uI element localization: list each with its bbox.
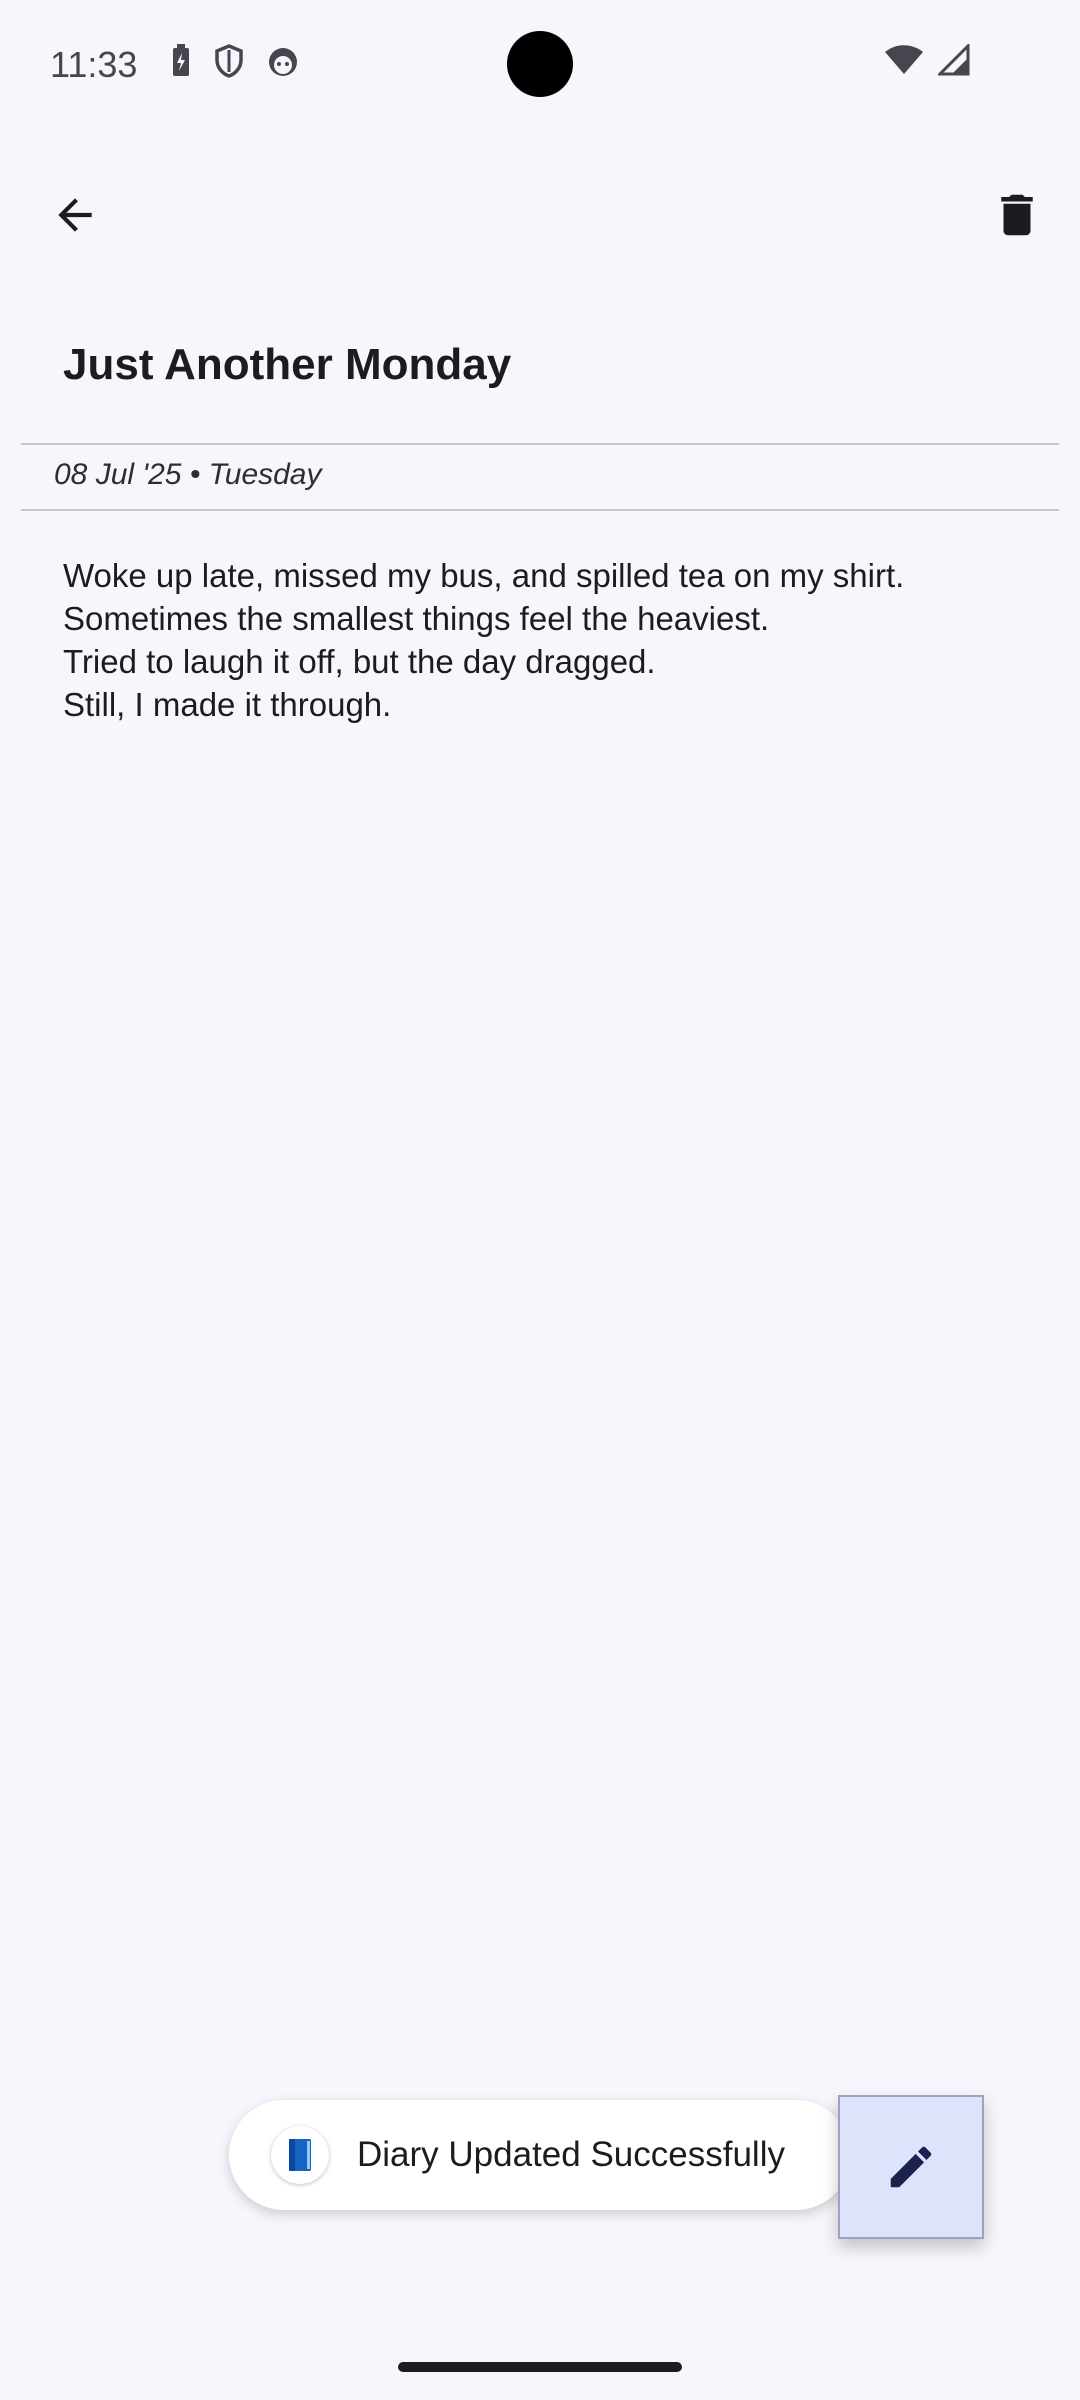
entry-title: Just Another Monday xyxy=(63,340,512,389)
snackbar-message: Diary Updated Successfully xyxy=(357,2135,785,2174)
entry-body-line: Tried to laugh it off, but the day dragg… xyxy=(63,643,656,680)
book-icon xyxy=(289,2139,311,2171)
back-button[interactable] xyxy=(40,180,110,250)
snackbar: Diary Updated Successfully xyxy=(229,2100,851,2210)
home-indicator[interactable] xyxy=(398,2362,682,2372)
entry-body: Woke up late, missed my bus, and spilled… xyxy=(63,554,1023,726)
wifi-icon xyxy=(884,44,924,81)
entry-body-line: Still, I made it through. xyxy=(63,686,392,723)
divider-bottom xyxy=(21,509,1059,511)
entry-date: 08 Jul '25 • Tuesday xyxy=(54,458,322,491)
camera-cutout xyxy=(507,31,573,97)
entry-body-line: Woke up late, missed my bus, and spilled… xyxy=(63,557,905,594)
status-icons-right xyxy=(884,42,970,81)
entry-body-line: Sometimes the smallest things feel the h… xyxy=(63,600,770,637)
cell-signal-icon xyxy=(936,42,970,81)
battery-saver-icon xyxy=(170,44,192,83)
status-icons-left xyxy=(170,44,300,83)
arrow-back-icon xyxy=(58,198,92,232)
trash-icon xyxy=(1001,194,1033,236)
top-app-bar xyxy=(0,150,1080,270)
divider-top xyxy=(21,443,1059,445)
android-face-icon xyxy=(266,44,300,83)
delete-button[interactable] xyxy=(982,180,1052,250)
edit-fab[interactable] xyxy=(838,2095,984,2239)
shield-icon xyxy=(214,44,244,83)
snackbar-app-icon xyxy=(271,2126,329,2184)
status-bar: 11:33 xyxy=(0,0,1080,130)
status-time: 11:33 xyxy=(50,44,138,85)
pencil-icon xyxy=(890,2146,932,2188)
